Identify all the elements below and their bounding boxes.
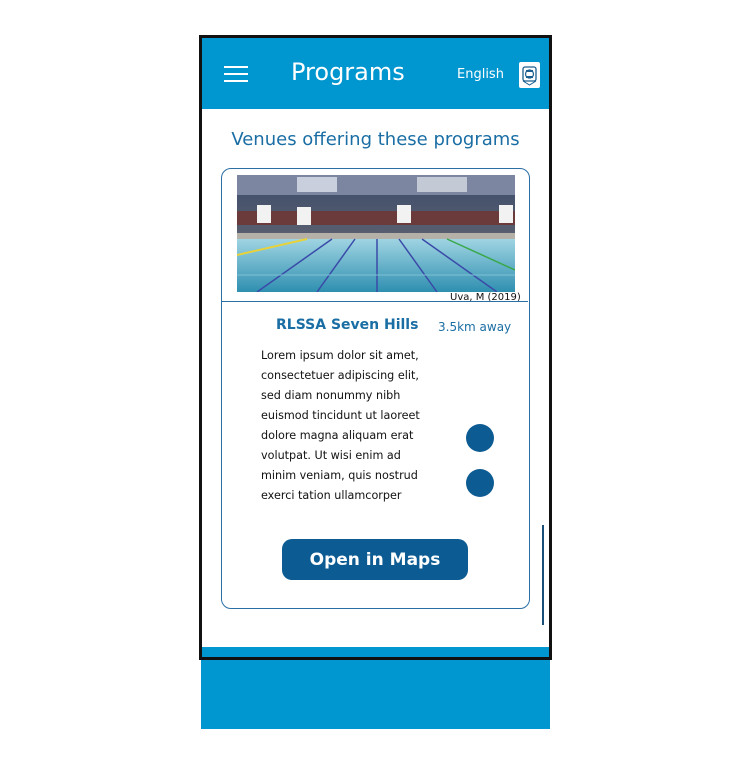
option-dot-2[interactable] xyxy=(466,469,494,497)
venue-description: Lorem ipsum dolor sit amet, consectetuer… xyxy=(261,349,420,502)
card-divider xyxy=(222,301,528,302)
app-header: Programs English xyxy=(202,38,549,109)
footer-bar xyxy=(202,647,549,657)
option-dot-1[interactable] xyxy=(466,424,494,452)
venue-name: RLSSA Seven Hills xyxy=(276,317,419,333)
crest-logo-icon xyxy=(519,62,540,88)
venue-distance: 3.5km away xyxy=(438,320,512,334)
phone-frame: Programs English Venues offering these p… xyxy=(199,35,552,660)
hamburger-icon[interactable] xyxy=(224,66,248,82)
page-title: Programs xyxy=(291,58,405,86)
language-selector[interactable]: English xyxy=(457,67,504,82)
open-in-maps-button[interactable]: Open in Maps xyxy=(282,539,468,580)
venue-image xyxy=(237,175,515,292)
scrollbar[interactable] xyxy=(542,525,544,625)
venue-card: Uva, M (2019) RLSSA Seven Hills 3.5km aw… xyxy=(221,168,530,609)
section-title: Venues offering these programs xyxy=(231,129,520,150)
